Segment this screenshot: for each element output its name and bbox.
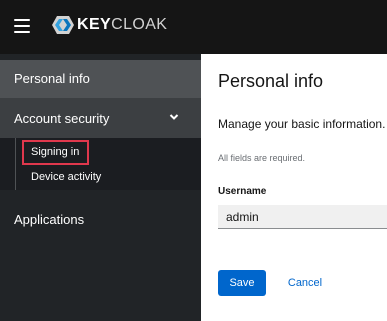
username-field[interactable]	[218, 205, 387, 229]
chevron-down-icon	[169, 114, 179, 120]
logo-wordmark: KEYCLOAK	[77, 16, 167, 34]
highlight-annotation-box	[22, 140, 89, 165]
save-button[interactable]: Save	[218, 270, 266, 296]
username-label: Username	[218, 186, 267, 197]
page-title: Personal info	[218, 71, 324, 91]
cancel-button[interactable]: Cancel	[278, 270, 332, 296]
subnav-divider	[15, 138, 16, 190]
page-description: Manage your basic information.	[218, 117, 386, 131]
sidebar: Personal info Account security Signing i…	[0, 54, 201, 321]
logo-wordmark-bold: KEY	[77, 16, 112, 33]
sidebar-item-account-security[interactable]: Account security	[0, 98, 201, 138]
sidebar-item-label: Personal info	[14, 71, 90, 86]
masthead: KEYCLOAK	[0, 0, 387, 54]
sidebar-item-label: Account security	[14, 111, 110, 126]
keycloak-logo[interactable]: KEYCLOAK	[50, 14, 167, 36]
keycloak-logo-icon	[52, 16, 74, 34]
logo-wordmark-rest: CLOAK	[111, 16, 168, 33]
sidebar-item-device-activity[interactable]: Device activity	[31, 171, 101, 183]
hamburger-menu-icon[interactable]	[14, 19, 30, 33]
sidebar-item-personal-info[interactable]: Personal info	[0, 60, 201, 98]
sidebar-item-applications[interactable]: Applications	[0, 212, 201, 242]
main-content: Personal info Manage your basic informat…	[201, 54, 387, 321]
required-fields-note: All fields are required.	[218, 153, 306, 163]
sidebar-item-label: Applications	[14, 212, 85, 227]
